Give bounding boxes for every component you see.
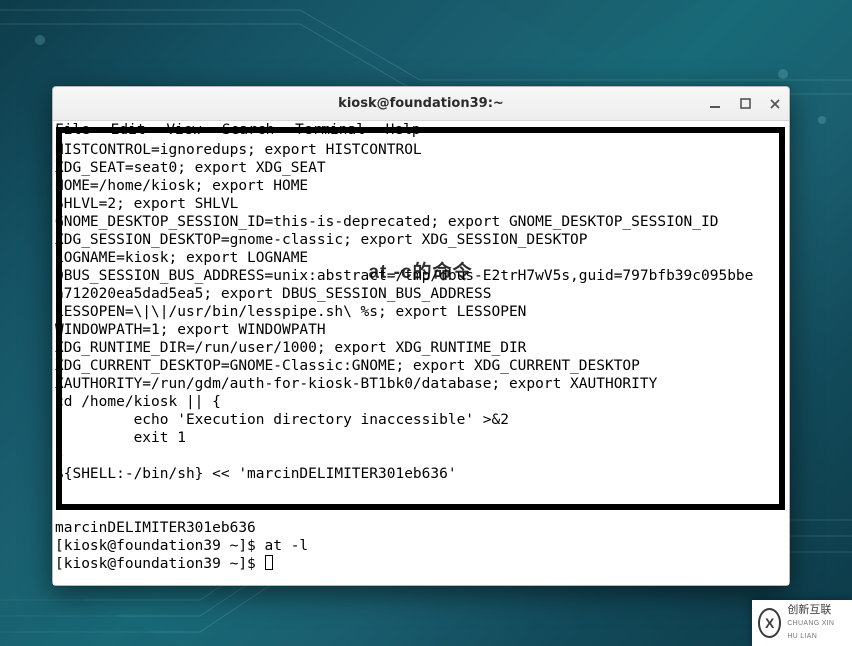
menu-view[interactable]: View [166,121,201,139]
desktop-background: kiosk@foundation39:~ File Edit View Sear… [0,0,852,646]
menu-edit[interactable]: Edit [111,121,146,139]
window-title: kiosk@foundation39:~ [53,96,789,111]
brand-name-en: CHUANG XIN HU LIAN [787,617,846,643]
menu-file[interactable]: File [55,121,90,139]
brand-logo-icon: X [758,608,781,638]
menu-search[interactable]: Search [222,121,274,139]
minimize-button[interactable] [707,96,723,112]
menubar: File Edit View Search Terminal Help [53,121,789,139]
window-controls [707,96,783,112]
terminal-output[interactable]: HISTCONTROL=ignoredups; export HISTCONTR… [53,139,789,575]
terminal-cursor [265,555,273,570]
titlebar[interactable]: kiosk@foundation39:~ [53,87,789,121]
terminal-window: kiosk@foundation39:~ File Edit View Sear… [52,86,790,586]
maximize-button[interactable] [737,96,753,112]
close-button[interactable] [767,96,783,112]
brand-badge: X 创新互联 CHUANG XIN HU LIAN [752,600,852,646]
menu-help[interactable]: Help [386,121,421,139]
terminal-viewport[interactable]: File Edit View Search Terminal Help HIST… [53,121,789,585]
brand-name-cn: 创新互联 [787,604,846,617]
menu-terminal[interactable]: Terminal [295,121,365,139]
